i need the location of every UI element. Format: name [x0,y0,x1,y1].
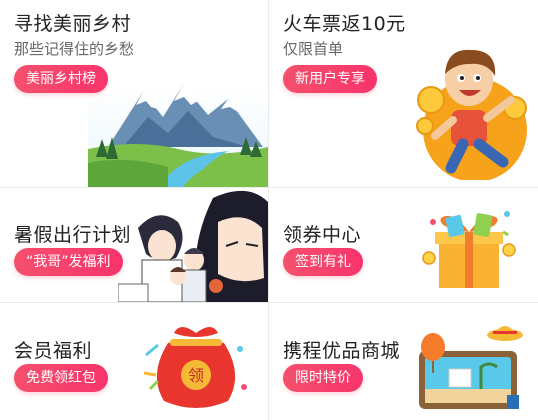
check-in-gift-button[interactable]: 签到有礼 [283,248,363,276]
card-member-benefits[interactable]: 会员福利 免费领红包 领 [0,303,268,420]
mountain-landscape-icon [88,85,268,187]
travel-suitcase-icon [419,326,523,409]
village-ranking-button[interactable]: 美丽乡村榜 [14,65,108,93]
new-user-button[interactable]: 新用户专享 [283,65,377,93]
card-title: 领券中心 [283,224,362,246]
card-ctrip-mall[interactable]: 携程优品商城 限时特价 [269,303,538,420]
red-lucky-bag-icon: 领 [143,327,247,408]
card-train-ticket[interactable]: 火车票返10元 仅限首单 新用户专享 [269,0,538,187]
brother-welfare-button[interactable]: “我哥”发福利 [14,248,123,276]
card-title: 寻找美丽乡村 [14,13,132,35]
anime-characters-illustration [118,190,268,302]
card-subtitle: 那些记得住的乡愁 [14,40,135,58]
card-coupon-center[interactable]: 领券中心 签到有礼 [269,188,538,302]
card-summer-travel-plan[interactable]: 暑假出行计划 “我哥”发福利 [0,188,268,302]
running-man-coins-icon [416,49,527,180]
limited-sale-button[interactable]: 限时特价 [283,364,363,392]
card-subtitle: 仅限首单 [283,40,344,58]
card-title: 暑假出行计划 [14,224,132,246]
card-title: 会员福利 [14,340,93,362]
card-title: 携程优品商城 [283,340,401,362]
promo-grid: 寻找美丽乡村 那些记得住的乡愁 美丽乡村榜 火车票返10元 仅限首单 新用户专享… [0,0,538,420]
gift-box-icon [422,211,516,288]
bag-label: 领 [188,366,204,385]
card-beautiful-villages[interactable]: 寻找美丽乡村 那些记得住的乡愁 美丽乡村榜 [0,0,268,187]
free-red-packet-button[interactable]: 免费领红包 [14,364,108,392]
card-title: 火车票返10元 [283,13,406,35]
